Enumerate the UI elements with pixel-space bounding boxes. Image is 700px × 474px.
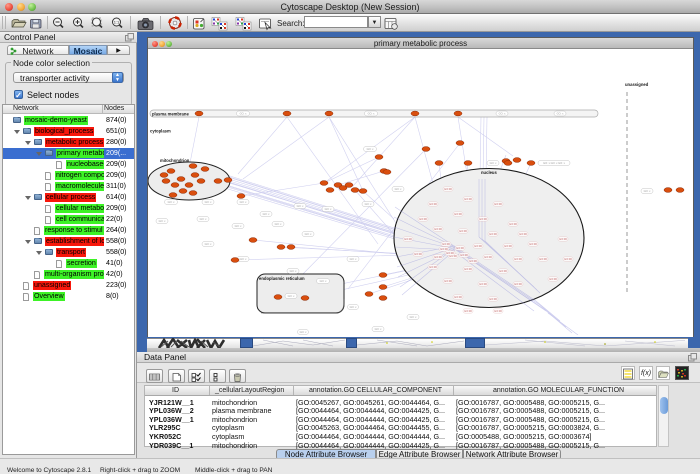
svg-text:GO: x: GO: x [499,112,506,116]
svg-text:GO:00: GO:00 [539,257,547,261]
svg-text:GO: x: GO: x [205,200,212,204]
svg-text:GO: x: GO: x [368,112,375,116]
svg-text:nucleus: nucleus [481,170,497,175]
svg-text:GO:00: GO:00 [429,202,437,206]
svg-text:GO: x: GO: x [159,219,166,223]
svg-text:GO:00: GO:00 [469,259,477,263]
svg-text:GO:00: GO:00 [459,229,467,233]
svg-text:GO:00: GO:00 [549,277,557,281]
svg-text:GO:00: GO:00 [434,227,442,231]
svg-text:GO:00: GO:00 [460,253,468,257]
svg-text:GO: x: GO: x [200,217,207,221]
svg-text:mitochondrion: mitochondrion [160,158,190,163]
svg-text:GO:00: GO:00 [464,309,472,313]
svg-text:GO:00: GO:00 [479,217,487,221]
svg-text:GO:00: GO:00 [504,244,512,248]
svg-text:GO: x: GO: x [240,200,247,204]
svg-text:GO:00: GO:00 [444,279,452,283]
svg-text:GO:00: GO:00 [434,255,442,259]
svg-text:GO:00: GO:00 [474,244,482,248]
svg-text:GO:00: GO:00 [559,237,567,241]
svg-text:cytoplasm: cytoplasm [150,129,171,134]
svg-text:GO:00: GO:00 [564,257,572,261]
svg-text:GO: x: GO: x [365,202,372,206]
svg-text:GO:00: GO:00 [479,282,487,286]
svg-text:endoplasmic reticulum: endoplasmic reticulum [259,276,305,281]
svg-text:GO: x GO: x GO: x: GO: x GO: x GO: x [543,161,565,165]
svg-text:GO:00: GO:00 [464,197,472,201]
svg-text:GO: x: GO: x [288,294,295,298]
svg-text:GO:00: GO:00 [484,255,492,259]
svg-text:GO: x: GO: x [275,222,282,226]
svg-text:GO:00: GO:00 [489,297,497,301]
svg-text:GO:00: GO:00 [456,246,464,250]
svg-text:GO:00: GO:00 [440,247,448,251]
svg-text:plasma membrane: plasma membrane [152,112,189,117]
svg-text:GO:00: GO:00 [529,242,537,246]
svg-text:GO: x: GO: x [205,242,212,246]
svg-text:GO:00: GO:00 [499,269,507,273]
svg-text:GO:00: GO:00 [446,251,454,255]
svg-text:GO:00: GO:00 [494,309,502,313]
svg-text:GO: x: GO: x [410,315,417,319]
svg-text:GO:00: GO:00 [519,232,527,236]
svg-text:GO: x: GO: x [263,212,270,216]
svg-text:GO: x: GO: x [350,257,357,261]
svg-text:GO: x: GO: x [557,112,564,116]
svg-text:GO:00: GO:00 [442,242,450,246]
svg-text:GO: x: GO: x [305,232,312,236]
svg-text:GO: x: GO: x [240,112,247,116]
svg-text:GO:00: GO:00 [489,232,497,236]
svg-text:GO: x: GO: x [325,207,332,211]
svg-text:GO:00: GO:00 [494,202,502,206]
svg-text:GO:00: GO:00 [464,267,472,271]
svg-text:unassigned: unassigned [625,82,649,87]
svg-text:GO:00: GO:00 [509,222,517,226]
svg-text:GO: x: GO: x [350,305,357,309]
svg-text:GO:00: GO:00 [444,187,452,191]
svg-text:GO:00: GO:00 [429,265,437,269]
svg-text:GO: x: GO: x [240,257,247,261]
svg-text:GO:00: GO:00 [414,252,422,256]
svg-text:GO: x: GO: x [375,327,382,331]
svg-text:GO:00: GO:00 [454,295,462,299]
svg-text:GO:00: GO:00 [514,257,522,261]
svg-text:GO:00: GO:00 [419,217,427,221]
svg-text:GO: x: GO: x [297,204,304,208]
svg-text:GO: x: GO: x [644,189,651,193]
svg-text:GO: x: GO: x [168,200,175,204]
svg-text:GO:00: GO:00 [514,282,522,286]
svg-text:GO: x: GO: x [320,279,327,283]
svg-text:GO:00: GO:00 [404,237,412,241]
svg-text:GO: x: GO: x [300,330,307,334]
svg-text:GO: x: GO: x [367,147,374,151]
svg-text:GO: x: GO: x [235,224,242,228]
svg-text:1:1: 1:1 [114,20,120,25]
svg-text:GO: x: GO: x [290,269,297,273]
svg-text:GO: x: GO: x [490,161,497,165]
svg-text:GO: x: GO: x [395,187,402,191]
svg-text:GO:00: GO:00 [454,212,462,216]
